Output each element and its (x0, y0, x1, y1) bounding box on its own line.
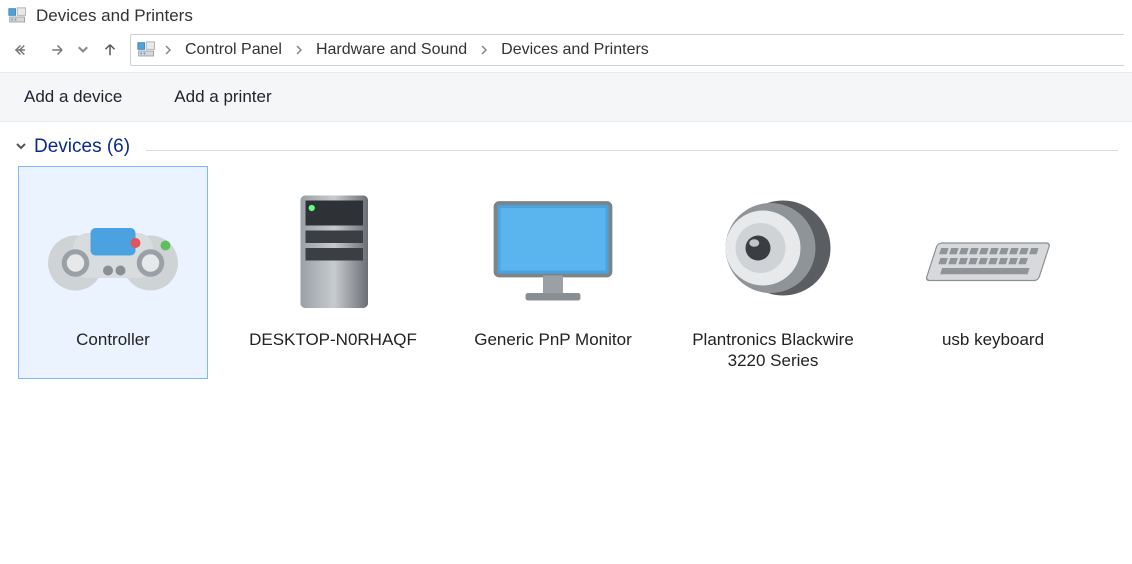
chevron-right-icon[interactable] (477, 42, 491, 58)
device-label: Controller (25, 329, 201, 350)
device-controller[interactable]: Controller (18, 166, 208, 379)
group-header-devices[interactable]: Devices (6) (0, 122, 1132, 160)
device-label: Plantronics Blackwire 3220 Series (685, 329, 861, 372)
nav-forward-button[interactable] (42, 36, 70, 64)
nav-history-dropdown[interactable] (76, 36, 90, 64)
breadcrumb-hardware-and-sound[interactable]: Hardware and Sound (310, 37, 473, 63)
divider (146, 150, 1118, 151)
device-headset[interactable]: Plantronics Blackwire 3220 Series (678, 166, 868, 379)
address-bar[interactable]: Control Panel Hardware and Sound Devices… (130, 34, 1124, 66)
monitor-icon (478, 173, 628, 323)
gamepad-icon (38, 173, 188, 323)
control-panel-icon (137, 41, 157, 59)
breadcrumb-devices-and-printers[interactable]: Devices and Printers (495, 37, 655, 63)
device-label: Generic PnP Monitor (465, 329, 641, 350)
group-title: Devices (6) (34, 136, 130, 158)
device-label: DESKTOP-N0RHAQF (245, 329, 421, 350)
keyboard-icon (918, 173, 1068, 323)
device-list: Controller DESKTOP-N0RHAQF (0, 160, 1132, 385)
desktop-tower-icon (258, 173, 408, 323)
chevron-right-icon[interactable] (292, 42, 306, 58)
add-device-button[interactable]: Add a device (18, 83, 128, 111)
window-title: Devices and Printers (36, 6, 193, 26)
nav-up-button[interactable] (96, 36, 124, 64)
chevron-down-icon (14, 139, 28, 156)
device-keyboard[interactable]: usb keyboard (898, 166, 1088, 379)
breadcrumb-control-panel[interactable]: Control Panel (179, 37, 288, 63)
toolbar: Add a device Add a printer (0, 72, 1132, 122)
nav-back-button[interactable] (8, 36, 36, 64)
navbar: Control Panel Hardware and Sound Devices… (0, 32, 1132, 72)
chevron-right-icon[interactable] (161, 42, 175, 58)
speaker-icon (698, 173, 848, 323)
control-panel-icon (8, 7, 28, 25)
add-printer-button[interactable]: Add a printer (168, 83, 277, 111)
device-monitor[interactable]: Generic PnP Monitor (458, 166, 648, 379)
titlebar: Devices and Printers (0, 0, 1132, 32)
device-label: usb keyboard (905, 329, 1081, 350)
device-desktop[interactable]: DESKTOP-N0RHAQF (238, 166, 428, 379)
